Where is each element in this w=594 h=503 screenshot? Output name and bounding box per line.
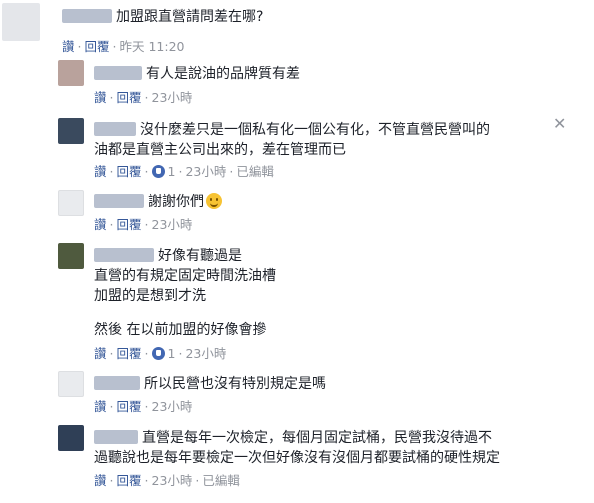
like-badge-icon (151, 165, 165, 178)
commenter-avatar[interactable] (58, 60, 84, 86)
comment-body: 所以民營也沒有特別規定是嗎 (94, 374, 326, 394)
commenter-name-redacted[interactable] (94, 376, 140, 390)
comment-actions: 讚 · 回覆 · 23小時 (94, 399, 193, 414)
timestamp[interactable]: 23小時 (152, 399, 193, 414)
comment-body: 謝謝你們 (94, 192, 222, 212)
comment-text-line-2: 過聽說也是每年要檢定一次但好像沒有沒個月都要試桶的硬性規定 (94, 450, 500, 466)
commenter-avatar[interactable] (58, 371, 84, 397)
like-link[interactable]: 讚 (94, 164, 107, 179)
like-link[interactable]: 讚 (94, 217, 107, 232)
commenter-avatar[interactable] (58, 243, 84, 269)
like-link[interactable]: 讚 (94, 346, 107, 361)
comment-text-line-1: 直營是每年一次檢定，每個月固定試桶，民營我沒待過不 (142, 430, 492, 446)
like-link[interactable]: 讚 (94, 90, 107, 105)
comment-actions: 讚 · 回覆 · 1 · 23小時 · 已編輯 (94, 164, 274, 179)
commenter-name-redacted[interactable] (94, 194, 144, 208)
comment-text-line-2: 直營的有規定固定時間洗油槽 (94, 268, 276, 284)
timestamp[interactable]: 23小時 (185, 164, 226, 179)
like-link[interactable]: 讚 (94, 399, 107, 414)
timestamp[interactable]: 昨天 11:20 (120, 39, 185, 54)
smile-emoji-icon (206, 193, 222, 209)
post-title-text: 加盟跟直營請問差在哪? (116, 9, 264, 25)
timestamp[interactable]: 23小時 (152, 90, 193, 105)
comment-text: 有人是說油的品牌質有差 (146, 66, 300, 82)
comment-actions: 讚 · 回覆 · 23小時 (94, 217, 193, 232)
reply-link[interactable]: 回覆 (117, 217, 142, 232)
post-avatar[interactable] (2, 3, 40, 41)
comment-text-line-2: 油都是直營主公司出來的，差在管理而已 (94, 142, 346, 158)
comment-actions: 讚 · 回覆 · 23小時 · 已編輯 (94, 473, 240, 488)
reply-link[interactable]: 回覆 (117, 164, 142, 179)
comment-text-line-3: 加盟的是想到才洗 (94, 288, 206, 304)
reply-link[interactable]: 回覆 (117, 346, 142, 361)
comment-body: 有人是說油的品牌質有差 (94, 64, 300, 84)
comment-text-line-1: 沒什麼差只是一個私有化一個公有化，不管直營民營叫的 (140, 122, 490, 138)
author-name-redacted[interactable] (62, 9, 112, 23)
comment-body: 沒什麼差只是一個私有化一個公有化，不管直營民營叫的 油都是直營主公司出來的，差在… (94, 120, 490, 160)
commenter-name-redacted[interactable] (94, 122, 136, 136)
reply-link[interactable]: 回覆 (117, 473, 142, 488)
comment-text: 謝謝你們 (148, 194, 204, 210)
close-icon[interactable]: ✕ (553, 114, 566, 133)
reply-link[interactable]: 回覆 (117, 399, 142, 414)
like-link[interactable]: 讚 (94, 473, 107, 488)
like-badge-icon (151, 347, 165, 360)
comment-actions: 讚 · 回覆 · 23小時 (94, 90, 193, 105)
post-title: 加盟跟直營請問差在哪? (62, 7, 263, 27)
edited-label[interactable]: 已編輯 (236, 164, 274, 179)
post-actions: 讚 · 回覆 · 昨天 11:20 (62, 39, 185, 54)
like-link[interactable]: 讚 (62, 39, 75, 54)
reply-link[interactable]: 回覆 (117, 90, 142, 105)
timestamp[interactable]: 23小時 (152, 473, 193, 488)
comment-body: 好像有聽過是 直營的有規定固定時間洗油槽 加盟的是想到才洗 然後 在以前加盟的好… (94, 246, 276, 340)
comment-body: 直營是每年一次檢定，每個月固定試桶，民營我沒待過不 過聽說也是每年要檢定一次但好… (94, 428, 500, 468)
commenter-avatar[interactable] (58, 118, 84, 144)
comment-actions: 讚 · 回覆 · 1 · 23小時 (94, 346, 227, 361)
comment-text-line-5: 然後 在以前加盟的好像會摻 (94, 322, 267, 338)
commenter-name-redacted[interactable] (94, 248, 154, 262)
commenter-avatar[interactable] (58, 190, 84, 216)
reply-link[interactable]: 回覆 (85, 39, 110, 54)
timestamp[interactable]: 23小時 (185, 346, 226, 361)
edited-label[interactable]: 已編輯 (202, 473, 240, 488)
comment-text: 所以民營也沒有特別規定是嗎 (144, 376, 326, 392)
comment-text-line-1: 好像有聽過是 (158, 248, 242, 264)
commenter-avatar[interactable] (58, 425, 84, 451)
timestamp[interactable]: 23小時 (152, 217, 193, 232)
commenter-name-redacted[interactable] (94, 66, 142, 80)
commenter-name-redacted[interactable] (94, 430, 138, 444)
